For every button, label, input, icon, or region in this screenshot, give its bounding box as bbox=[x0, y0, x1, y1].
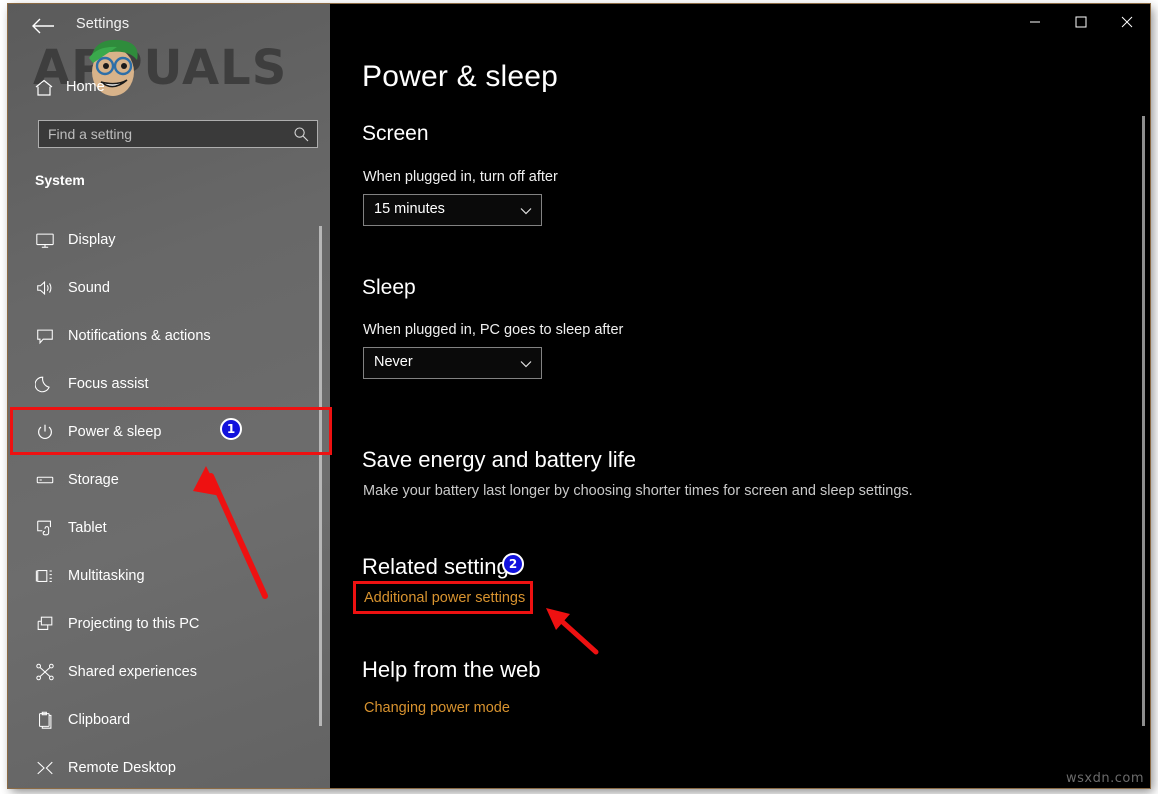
sleep-timeout-value: Never bbox=[374, 354, 413, 370]
minimize-icon[interactable] bbox=[1012, 4, 1058, 40]
screen-field-label: When plugged in, turn off after bbox=[363, 169, 558, 185]
sidebar-item-shared-experiences[interactable]: Shared experiences bbox=[8, 648, 330, 696]
home-icon bbox=[34, 78, 54, 98]
sidebar: Settings APPUALS Home Find a setting Sys… bbox=[8, 4, 330, 788]
maximize-icon[interactable] bbox=[1058, 4, 1104, 40]
sidebar-item-clipboard[interactable]: Clipboard bbox=[8, 696, 330, 744]
sidebar-nav-list: Display Sound Notifications & actions Fo… bbox=[8, 216, 330, 788]
sidebar-item-display-label: Display bbox=[68, 232, 116, 248]
sidebar-item-projecting[interactable]: Projecting to this PC bbox=[8, 600, 330, 648]
chevron-down-icon bbox=[519, 357, 533, 371]
drive-icon bbox=[34, 469, 56, 491]
moon-icon bbox=[34, 373, 56, 395]
help-from-web-heading: Help from the web bbox=[362, 657, 541, 682]
sidebar-item-tablet-label: Tablet bbox=[68, 520, 107, 536]
save-energy-description: Make your battery last longer by choosin… bbox=[363, 483, 913, 499]
sidebar-scrollbar-track[interactable] bbox=[319, 4, 326, 788]
sidebar-item-display[interactable]: Display bbox=[8, 216, 330, 264]
back-arrow-icon[interactable] bbox=[30, 16, 56, 36]
annotation-badge-1: 1 bbox=[220, 418, 242, 440]
sidebar-item-sound[interactable]: Sound bbox=[8, 264, 330, 312]
sidebar-item-home[interactable]: Home bbox=[8, 74, 330, 104]
share-nodes-icon bbox=[34, 661, 56, 683]
sidebar-item-remote-desktop[interactable]: Remote Desktop bbox=[8, 744, 330, 788]
annotation-badge-2: 2 bbox=[502, 553, 524, 575]
remote-desktop-icon bbox=[34, 757, 56, 779]
titlebar-left: Settings bbox=[8, 4, 330, 44]
source-watermark: wsxdn.com bbox=[1066, 771, 1144, 786]
sleep-section-heading: Sleep bbox=[362, 276, 416, 299]
sidebar-item-clipboard-label: Clipboard bbox=[68, 712, 131, 728]
search-input[interactable]: Find a setting bbox=[38, 120, 318, 148]
monitor-icon bbox=[34, 229, 56, 251]
related-settings-heading: Related settings bbox=[362, 554, 520, 579]
close-icon[interactable] bbox=[1104, 4, 1150, 40]
main-content: Power & sleep Screen When plugged in, tu… bbox=[330, 4, 1150, 788]
sidebar-scrollbar-thumb[interactable] bbox=[319, 226, 322, 726]
search-placeholder: Find a setting bbox=[48, 126, 133, 142]
power-icon bbox=[34, 421, 56, 443]
screen-timeout-value: 15 minutes bbox=[374, 201, 445, 217]
window-controls bbox=[1012, 4, 1150, 40]
multitasking-icon bbox=[34, 565, 56, 587]
sidebar-item-focus-assist-label: Focus assist bbox=[68, 376, 149, 392]
sidebar-item-power-sleep-label: Power & sleep bbox=[68, 424, 162, 440]
sidebar-item-home-label: Home bbox=[66, 79, 105, 95]
sleep-timeout-dropdown[interactable]: Never bbox=[363, 347, 542, 379]
sidebar-item-notifications-label: Notifications & actions bbox=[68, 328, 211, 344]
chevron-down-icon bbox=[519, 204, 533, 218]
sidebar-item-notifications[interactable]: Notifications & actions bbox=[8, 312, 330, 360]
sleep-field-label: When plugged in, PC goes to sleep after bbox=[363, 322, 624, 338]
search-icon[interactable] bbox=[293, 126, 309, 142]
sidebar-item-focus-assist[interactable]: Focus assist bbox=[8, 360, 330, 408]
sidebar-item-sound-label: Sound bbox=[68, 280, 110, 296]
sidebar-item-multitasking[interactable]: Multitasking bbox=[8, 552, 330, 600]
sidebar-item-multitasking-label: Multitasking bbox=[68, 568, 145, 584]
page-title: Power & sleep bbox=[362, 60, 559, 93]
additional-power-settings-link[interactable]: Additional power settings bbox=[364, 590, 525, 606]
chat-bubble-icon bbox=[34, 325, 56, 347]
project-screen-icon bbox=[34, 613, 56, 635]
sidebar-item-storage[interactable]: Storage bbox=[8, 456, 330, 504]
clipboard-icon bbox=[34, 709, 56, 731]
speaker-icon bbox=[34, 277, 56, 299]
settings-window: Settings APPUALS Home Find a setting Sys… bbox=[8, 4, 1150, 788]
main-scrollbar-thumb[interactable] bbox=[1142, 116, 1145, 726]
sidebar-item-projecting-label: Projecting to this PC bbox=[68, 616, 200, 632]
app-title: Settings bbox=[76, 16, 130, 32]
sidebar-item-storage-label: Storage bbox=[68, 472, 119, 488]
screen-section-heading: Screen bbox=[362, 122, 429, 145]
save-energy-heading: Save energy and battery life bbox=[362, 447, 636, 472]
sidebar-item-power-sleep[interactable]: Power & sleep bbox=[8, 408, 330, 456]
sidebar-item-tablet[interactable]: Tablet bbox=[8, 504, 330, 552]
tablet-icon bbox=[34, 517, 56, 539]
changing-power-mode-link[interactable]: Changing power mode bbox=[364, 700, 510, 716]
sidebar-group-title: System bbox=[35, 172, 85, 188]
screen-timeout-dropdown[interactable]: 15 minutes bbox=[363, 194, 542, 226]
sidebar-item-shared-experiences-label: Shared experiences bbox=[68, 664, 197, 680]
sidebar-item-remote-desktop-label: Remote Desktop bbox=[68, 760, 176, 776]
